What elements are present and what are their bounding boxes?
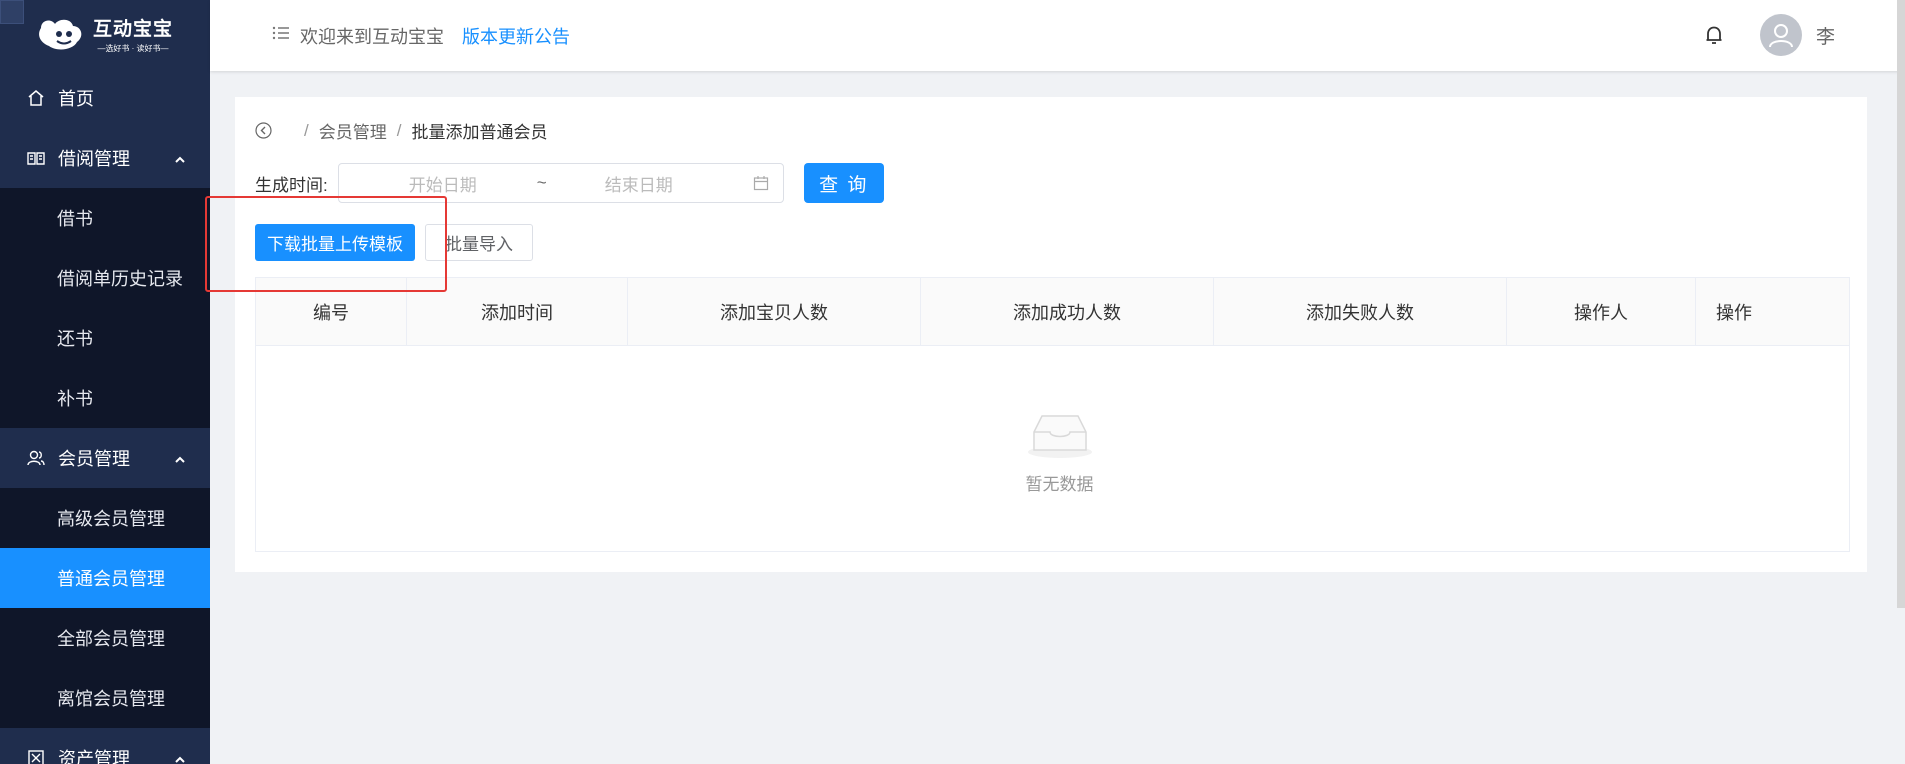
sidebar-item-label: 首页 — [58, 89, 94, 109]
sidebar: 互动宝宝 —选好书 · 读好书— 首页 借阅管理 借书 借阅单历史记录 还书 补… — [0, 0, 210, 764]
column-header: 添加失败人数 — [1214, 278, 1507, 345]
sidebar-item-label: 高级会员管理 — [57, 509, 165, 529]
top-header: 欢迎来到互动宝宝 版本更新公告 李 — [210, 0, 1905, 71]
breadcrumb-separator: / — [396, 120, 402, 140]
sidebar-item-member-management[interactable]: 会员管理 — [0, 428, 210, 488]
column-header: 添加成功人数 — [921, 278, 1214, 345]
sidebar-item-label: 借阅管理 — [58, 149, 130, 169]
sidebar-item-label: 全部会员管理 — [57, 629, 165, 649]
username[interactable]: 李 — [1816, 22, 1835, 49]
sidebar-item-label: 还书 — [57, 329, 93, 349]
import-records-table: 编号 添加时间 添加宝贝人数 添加成功人数 添加失败人数 操作人 操作 暂无数据 — [255, 277, 1850, 552]
column-header: 操作 — [1716, 302, 1752, 323]
chevron-up-icon — [174, 150, 186, 171]
home-icon — [26, 88, 46, 108]
menu-toggle-icon[interactable] — [272, 25, 290, 46]
sidebar-item-label: 借书 — [57, 209, 93, 229]
table-header: 编号 添加时间 添加宝贝人数 添加成功人数 添加失败人数 操作人 操作 — [256, 278, 1849, 346]
sidebar-item-label: 会员管理 — [58, 449, 130, 469]
query-button[interactable]: 查 询 — [803, 163, 884, 203]
column-header: 添加宝贝人数 — [628, 278, 921, 345]
sidebar-item-borrow-management[interactable]: 借阅管理 — [0, 128, 210, 188]
sidebar-item-return-book[interactable]: 还书 — [0, 308, 210, 368]
breadcrumb-current: 批量添加普通会员 — [411, 123, 548, 142]
empty-box-icon — [1020, 406, 1100, 460]
corner-widget[interactable] — [0, 0, 24, 24]
chevron-up-icon — [174, 450, 186, 471]
update-announcement-link[interactable]: 版本更新公告 — [462, 23, 570, 49]
sidebar-item-label: 普通会员管理 — [57, 569, 165, 589]
breadcrumb: / 会员管理 / 批量添加普通会员 — [255, 118, 547, 143]
bell-icon[interactable] — [1702, 23, 1726, 47]
users-icon — [26, 448, 46, 468]
generate-time-label: 生成时间: — [255, 175, 328, 195]
sidebar-item-borrow-history[interactable]: 借阅单历史记录 — [0, 248, 210, 308]
sidebar-item-all-members[interactable]: 全部会员管理 — [0, 608, 210, 668]
sidebar-item-borrow-book[interactable]: 借书 — [0, 188, 210, 248]
back-icon[interactable] — [255, 122, 272, 139]
book-icon — [26, 148, 46, 168]
sidebar-item-label: 借阅单历史记录 — [57, 269, 183, 289]
logo[interactable]: 互动宝宝 —选好书 · 读好书— — [0, 0, 210, 68]
asset-icon — [26, 748, 46, 764]
avatar[interactable] — [1759, 14, 1802, 56]
submenu-borrow: 借书 借阅单历史记录 还书 补书 — [0, 188, 210, 428]
sidebar-item-premium-members[interactable]: 高级会员管理 — [0, 488, 210, 548]
logo-mark-icon — [37, 14, 87, 54]
date-range-separator: ~ — [536, 173, 547, 192]
welcome-text: 欢迎来到互动宝宝 — [300, 26, 444, 47]
highlight-annotation — [205, 196, 447, 292]
sidebar-item-replace-book[interactable]: 补书 — [0, 368, 210, 428]
sidebar-item-departed-members[interactable]: 离馆会员管理 — [0, 668, 210, 728]
breadcrumb-separator: / — [304, 120, 309, 140]
end-date-input[interactable]: 结束日期 — [605, 171, 673, 196]
sidebar-item-regular-members[interactable]: 普通会员管理 — [0, 548, 210, 608]
page-scrollbar[interactable] — [1897, 0, 1905, 608]
content-card: / 会员管理 / 批量添加普通会员 生成时间: 开始日期 ~ 结束日期 查 询 … — [235, 97, 1867, 572]
sidebar-item-label: 补书 — [57, 389, 93, 409]
sidebar-item-home[interactable]: 首页 — [0, 68, 210, 128]
empty-state: 暂无数据 — [256, 406, 1849, 495]
start-date-input[interactable]: 开始日期 — [409, 171, 477, 196]
breadcrumb-member-management[interactable]: 会员管理 — [319, 118, 387, 143]
submenu-member: 高级会员管理 普通会员管理 全部会员管理 离馆会员管理 — [0, 488, 210, 728]
column-header: 操作人 — [1507, 278, 1696, 345]
sidebar-item-asset-management[interactable]: 资产管理 — [0, 728, 210, 764]
logo-subtitle: —选好书 · 读好书— — [97, 44, 169, 53]
sidebar-item-label: 资产管理 — [58, 749, 130, 764]
sidebar-item-label: 离馆会员管理 — [57, 689, 165, 709]
empty-text: 暂无数据 — [1025, 475, 1094, 494]
chevron-up-icon — [174, 750, 186, 764]
calendar-icon[interactable] — [753, 175, 769, 191]
logo-title: 互动宝宝 — [92, 19, 173, 40]
